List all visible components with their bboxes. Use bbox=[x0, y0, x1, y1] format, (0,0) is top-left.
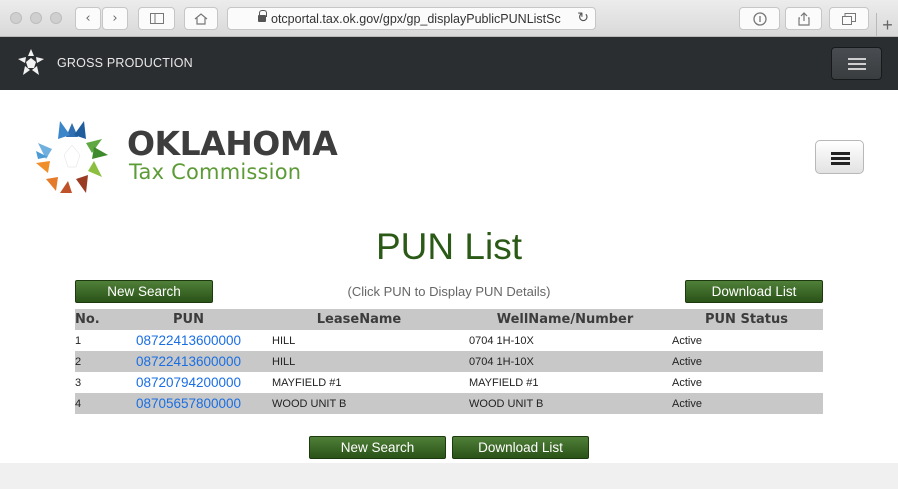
pun-status: Active bbox=[670, 351, 823, 372]
lock-icon bbox=[258, 10, 267, 23]
well-name: MAYFIELD #1 bbox=[469, 376, 539, 389]
well-name: 0704 1H-10X bbox=[469, 334, 534, 347]
pun-status: Active bbox=[672, 376, 702, 389]
lease-name: HILL bbox=[258, 351, 460, 372]
table-row: 3 08720794200000 MAYFIELD #1 MAYFIELD #1… bbox=[75, 372, 823, 393]
lease-name: HILL bbox=[272, 334, 296, 347]
column-header-well-name: WellName/Number bbox=[460, 309, 670, 330]
forward-icon[interactable]: › bbox=[102, 7, 128, 30]
pun-link[interactable]: 08722413600000 bbox=[119, 351, 258, 372]
back-icon[interactable]: ‹ bbox=[75, 7, 101, 30]
tabs-overview-icon[interactable] bbox=[829, 7, 869, 30]
column-header-pun: PUN bbox=[119, 309, 258, 330]
pun-status: Active bbox=[672, 334, 702, 347]
new-tab-icon[interactable]: + bbox=[876, 13, 898, 37]
lease-name: MAYFIELD #1 bbox=[272, 376, 342, 389]
top-navbar: GROSS PRODUCTION bbox=[0, 37, 898, 90]
reload-icon[interactable]: ↻ bbox=[577, 10, 589, 26]
column-header-no: No. bbox=[75, 309, 119, 330]
sidebar-icon[interactable] bbox=[138, 7, 175, 30]
pun-link[interactable]: 08705657800000 bbox=[119, 393, 258, 414]
well-name: 0704 1H-10X bbox=[460, 351, 670, 372]
lease-name: WOOD UNIT B bbox=[258, 393, 460, 414]
address-bar[interactable]: otcportal.tax.ok.gov/gpx/gp_displayPubli… bbox=[227, 7, 596, 30]
logo-subtitle[interactable]: Tax Commission bbox=[129, 160, 301, 184]
table-row: 4 08705657800000 WOOD UNIT B WOOD UNIT B… bbox=[75, 393, 823, 414]
page-title: PUN List bbox=[376, 226, 522, 267]
hamburger-menu-icon[interactable] bbox=[815, 140, 864, 174]
hamburger-menu-icon[interactable] bbox=[831, 47, 882, 80]
new-search-button-bottom[interactable]: New Search bbox=[309, 436, 446, 459]
row-number: 1 bbox=[75, 334, 82, 347]
share-icon[interactable] bbox=[785, 7, 822, 30]
pun-status: Active bbox=[670, 393, 823, 414]
pun-link[interactable]: 08720794200000 bbox=[119, 372, 258, 393]
instruction-text: (Click PUN to Display PUN Details) bbox=[347, 284, 551, 299]
browser-toolbar: ‹ › otcportal.tax.ok.gov/gpx/gp_displayP… bbox=[0, 0, 898, 37]
close-window-icon[interactable] bbox=[10, 12, 22, 24]
column-header-pun-status: PUN Status bbox=[670, 309, 823, 330]
table-row: 2 08722413600000 HILL 0704 1H-10X Active bbox=[75, 351, 823, 372]
well-name: WOOD UNIT B bbox=[460, 393, 670, 414]
star-logo-icon bbox=[18, 49, 44, 75]
pun-link[interactable]: 08722413600000 bbox=[119, 330, 258, 351]
row-number: 3 bbox=[75, 376, 82, 389]
download-list-button-bottom[interactable]: Download List bbox=[452, 436, 589, 459]
logo-title[interactable]: OKLAHOMA bbox=[127, 124, 338, 163]
page-footer bbox=[0, 463, 898, 489]
column-header-lease-name: LeaseName bbox=[258, 309, 460, 330]
pun-table: No. PUN LeaseName WellName/Number PUN St… bbox=[75, 309, 823, 414]
table-row: 1 08722413600000 HILL 0704 1H-10X Active bbox=[75, 330, 823, 351]
new-search-button[interactable]: New Search bbox=[75, 280, 213, 303]
table-header-row: No. PUN LeaseName WellName/Number PUN St… bbox=[75, 309, 823, 330]
row-number: 4 bbox=[75, 393, 119, 414]
row-number: 2 bbox=[75, 351, 119, 372]
oklahoma-star-logo-icon[interactable] bbox=[32, 117, 112, 197]
minimize-window-icon[interactable] bbox=[30, 12, 42, 24]
reader-icon[interactable] bbox=[739, 7, 780, 30]
url-text: otcportal.tax.ok.gov/gpx/gp_displayPubli… bbox=[271, 11, 561, 26]
home-icon[interactable] bbox=[184, 7, 218, 30]
brand-title[interactable]: GROSS PRODUCTION bbox=[57, 56, 193, 70]
download-list-button[interactable]: Download List bbox=[685, 280, 823, 303]
zoom-window-icon[interactable] bbox=[50, 12, 62, 24]
